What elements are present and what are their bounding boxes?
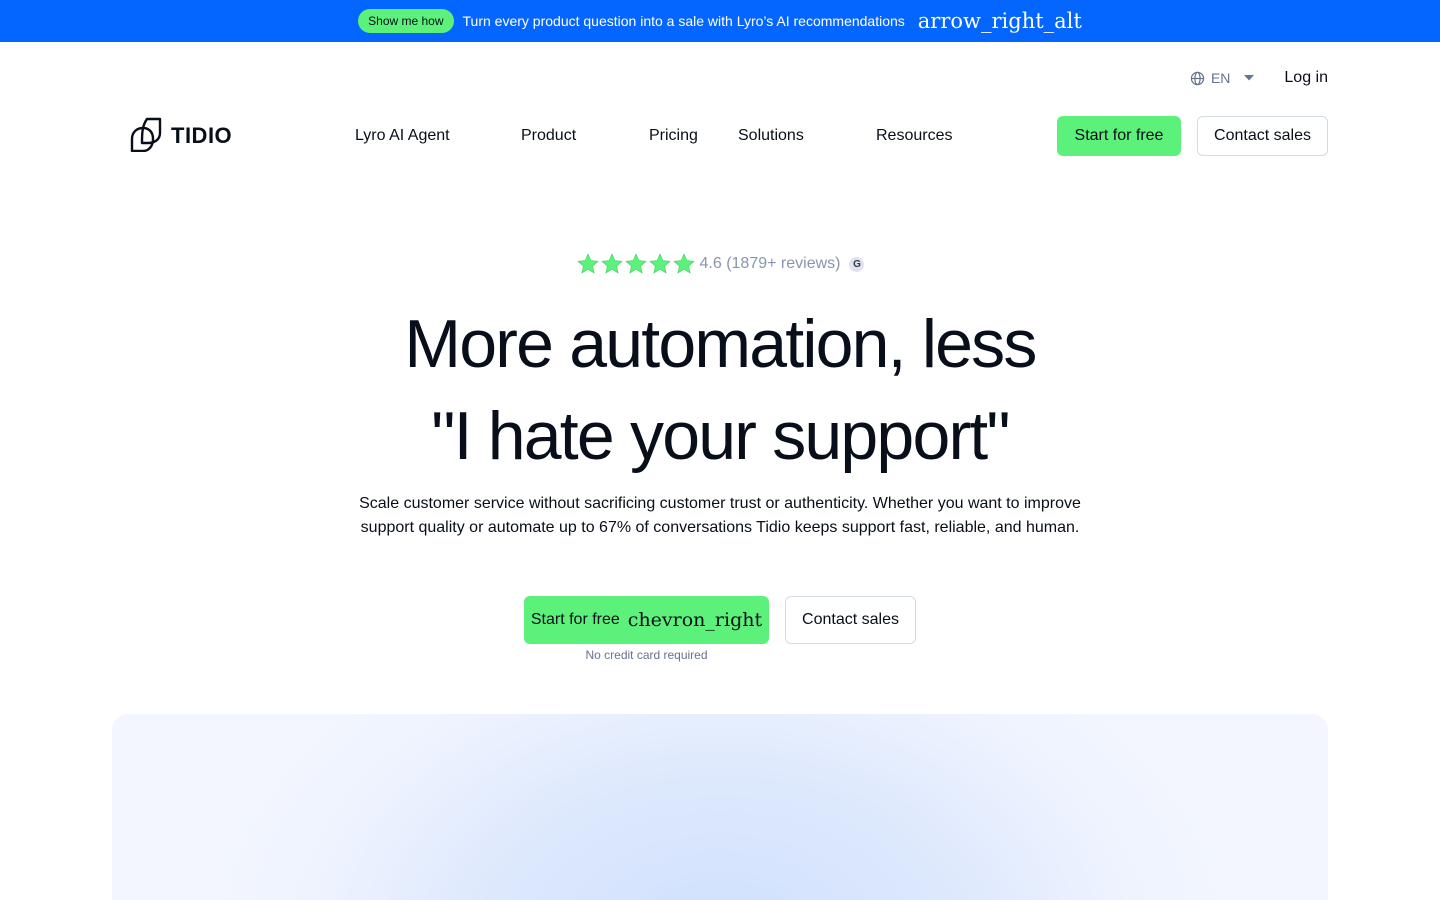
tidio-logo[interactable]: TIDIO	[129, 116, 233, 157]
globe-icon	[1190, 71, 1205, 86]
arrow-right-icon[interactable]: arrow_right_alt	[918, 9, 1082, 33]
nav-start-for-free-button[interactable]: Start for free	[1057, 116, 1181, 156]
promo-message[interactable]: Turn every product question into a sale …	[463, 13, 905, 29]
star-icon	[648, 253, 671, 274]
nav-item-solutions[interactable]: Solutions	[738, 116, 804, 156]
logo-mark-icon	[129, 116, 165, 157]
hero-contact-sales-button[interactable]: Contact sales	[785, 596, 916, 644]
g2-badge-icon: G	[849, 256, 865, 272]
star-icon	[672, 253, 695, 274]
login-link[interactable]: Log in	[1284, 69, 1328, 87]
subtext-line-2: support quality or automate up to 67% of…	[360, 519, 1080, 536]
language-selector[interactable]: EN	[1190, 70, 1255, 86]
caret-down-icon	[1244, 75, 1255, 81]
star-icon	[576, 253, 599, 274]
hero-headline: More automation, less "I hate your suppo…	[0, 298, 1440, 482]
nav-item-pricing[interactable]: Pricing	[649, 116, 698, 156]
nav-item-lyro-ai-agent[interactable]: Lyro AI Agent	[355, 116, 450, 156]
nav-item-resources[interactable]: Resources	[876, 116, 952, 156]
no-credit-card-note: No credit card required	[585, 648, 708, 662]
hero-subtext: Scale customer service without sacrifici…	[345, 492, 1095, 540]
utility-bar: EN Log in	[1190, 64, 1328, 92]
promo-banner: Show me how Turn every product question …	[0, 0, 1440, 42]
nav-item-product[interactable]: Product	[521, 116, 576, 156]
main-nav: TIDIO Lyro AI Agent Product Pricing Solu…	[0, 116, 1440, 156]
nav-contact-sales-button[interactable]: Contact sales	[1197, 116, 1328, 156]
headline-line-1: More automation, less	[404, 306, 1037, 382]
cta-start-label: Start for free	[530, 611, 620, 628]
star-icon	[624, 253, 647, 274]
rating-text: 4.6 (1879+ reviews)	[699, 255, 841, 272]
star-rating	[576, 252, 696, 276]
language-label: EN	[1210, 70, 1231, 86]
star-icon	[600, 253, 623, 274]
logo-text: TIDIO	[171, 123, 233, 148]
hero-start-for-free-button[interactable]: Start for free chevron_right	[524, 596, 769, 644]
show-me-how-button[interactable]: Show me how	[358, 9, 454, 33]
rating-row: 4.6 (1879+ reviews) G	[0, 252, 1440, 276]
subtext-line-1: Scale customer service without sacrifici…	[359, 495, 1081, 512]
hero-visual-panel	[112, 714, 1328, 900]
chevron-right-icon: chevron_right	[627, 609, 763, 631]
headline-line-2: "I hate your support"	[431, 398, 1010, 474]
